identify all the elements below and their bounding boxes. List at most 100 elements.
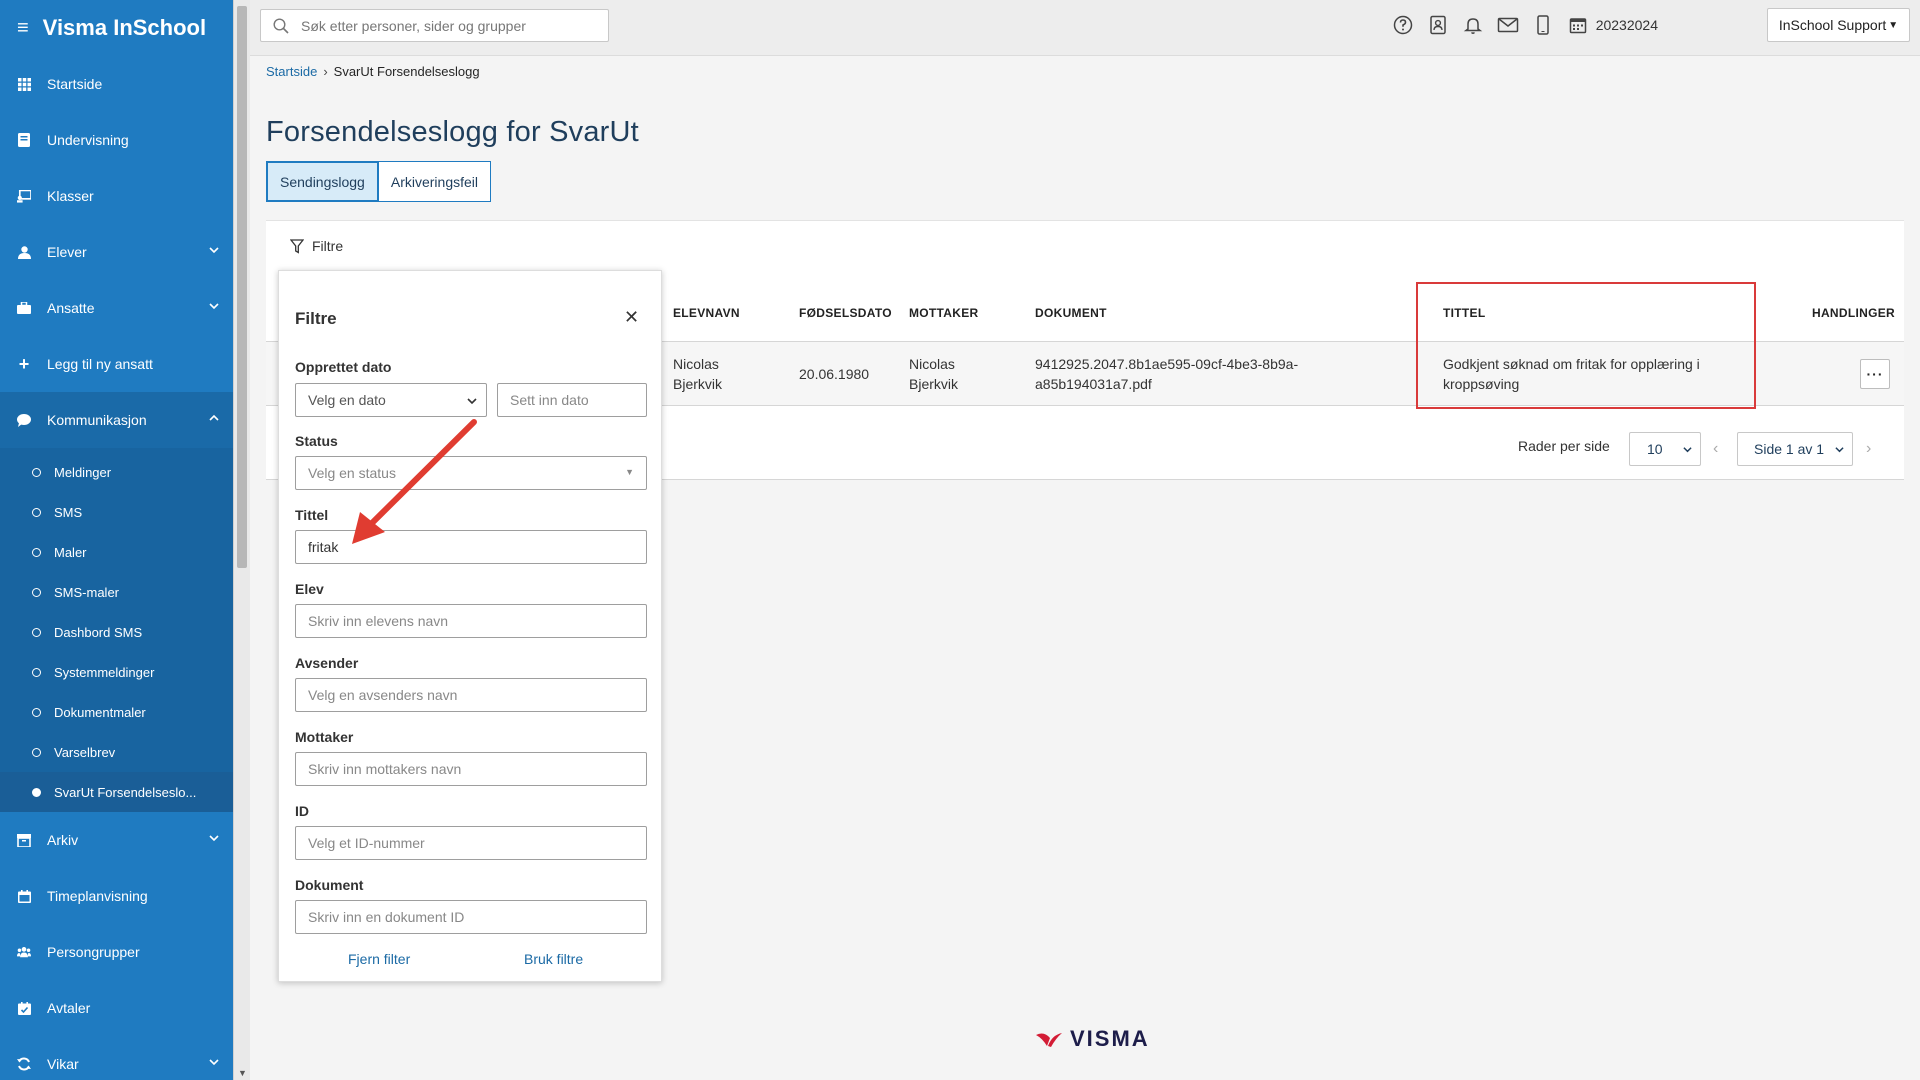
scroll-down-arrow-icon[interactable]: ▼	[238, 1068, 247, 1078]
sender-label: Avsender	[295, 655, 359, 671]
row-actions-button[interactable]: ···	[1860, 359, 1890, 389]
phone-icon[interactable]	[1532, 14, 1554, 36]
scrollbar-thumb[interactable]	[237, 6, 247, 568]
page-select[interactable]: Side 1 av 1	[1737, 432, 1853, 466]
sidebar-subitem-maler[interactable]: Maler	[0, 532, 233, 572]
id-label: ID	[295, 803, 309, 819]
filter-toggle-label: Filtre	[312, 238, 344, 254]
sidebar-subitem-label: Meldinger	[54, 464, 112, 480]
brand-title: Visma InSchool	[42, 15, 207, 40]
column-header-dokument[interactable]: DOKUMENT	[1035, 306, 1107, 320]
cell-line: a85b194031a7.pdf	[1035, 376, 1152, 392]
id-input[interactable]: Velg et ID-nummer	[295, 826, 647, 860]
search-input[interactable]: Søk etter personer, sider og grupper	[260, 9, 609, 42]
calendar-icon[interactable]	[1567, 14, 1589, 36]
tab-arkiveringsfeil[interactable]: Arkiveringsfeil	[378, 161, 491, 202]
chevron-down-icon	[1683, 447, 1692, 453]
tab-sendingslogg[interactable]: Sendingslogg	[266, 161, 379, 202]
help-icon[interactable]	[1392, 14, 1414, 36]
previous-page-button[interactable]: ‹	[1713, 440, 1718, 458]
chevron-down-icon[interactable]	[209, 833, 219, 843]
document-label: Dokument	[295, 877, 364, 893]
sidebar-item-vikar[interactable]: Vikar	[0, 1036, 233, 1080]
date-input-placeholder: Sett inn dato	[510, 392, 589, 408]
bullet-icon	[32, 627, 41, 637]
filter-panel-title: Filtre	[295, 309, 337, 328]
sidebar-item-legg-til-ny-ansatt[interactable]: + Legg til ny ansatt	[0, 336, 233, 392]
bullet-icon	[32, 587, 41, 597]
sidebar-subitem-sms[interactable]: SMS	[0, 492, 233, 532]
document-input-placeholder: Skriv inn en dokument ID	[308, 909, 465, 925]
sidebar-item-avtaler[interactable]: Avtaler	[0, 980, 233, 1036]
date-range-select-value: Velg en dato	[308, 392, 386, 408]
sidebar-item-elever[interactable]: Elever	[0, 224, 233, 280]
sidebar-item-undervisning[interactable]: Undervisning	[0, 112, 233, 168]
clear-filter-button[interactable]: Fjern filter	[348, 951, 410, 967]
sidebar-item-startside[interactable]: Startside	[0, 56, 233, 112]
sidebar-subitem-dokumentmaler[interactable]: Dokumentmaler	[0, 692, 233, 732]
sidebar-subitem-label: Dashbord SMS	[54, 624, 143, 640]
next-page-button[interactable]: ›	[1866, 440, 1871, 458]
breadcrumb-home-link[interactable]: Startside	[266, 64, 317, 79]
mail-icon[interactable]	[1497, 14, 1519, 36]
sidebar-item-label: Legg til ny ansatt	[47, 356, 153, 372]
user-menu-button[interactable]: InSchool Support ▼	[1767, 8, 1910, 42]
recipient-input[interactable]: Skriv inn mottakers navn	[295, 752, 647, 786]
sidebar-scrollbar[interactable]: ▼	[233, 0, 250, 1080]
sidebar-item-label: Klasser	[47, 188, 94, 204]
column-header-mottaker[interactable]: MOTTAKER	[909, 306, 979, 320]
sidebar-item-klasser[interactable]: Klasser	[0, 168, 233, 224]
plus-icon: +	[18, 353, 30, 374]
sidebar-subitem-meldinger[interactable]: Meldinger	[0, 452, 233, 492]
recipient-label: Mottaker	[295, 729, 354, 745]
student-input[interactable]: Skriv inn elevens navn	[295, 604, 647, 638]
date-range-select[interactable]: Velg en dato	[295, 383, 487, 417]
title-input[interactable]: fritak	[295, 530, 647, 564]
sidebar-item-timeplanvisning[interactable]: Timeplanvisning	[0, 868, 233, 924]
apply-filter-button[interactable]: Bruk filtre	[524, 951, 583, 967]
chevron-down-icon	[1835, 447, 1844, 453]
chevron-down-icon[interactable]	[209, 1057, 219, 1067]
sidebar-subitem-systemmeldinger[interactable]: Systemmeldinger	[0, 652, 233, 692]
date-input[interactable]: Sett inn dato	[497, 383, 647, 417]
cell-line: Bjerkvik	[909, 376, 959, 392]
chevron-down-icon[interactable]	[209, 245, 219, 255]
close-icon[interactable]: ✕	[624, 307, 639, 328]
sidebar-item-persongrupper[interactable]: Persongrupper	[0, 924, 233, 980]
sidebar-subitem-label: Systemmeldinger	[54, 664, 155, 680]
rows-per-page-select[interactable]: 10	[1629, 432, 1701, 466]
cell-line: Nicolas	[909, 356, 955, 372]
sidebar-item-arkiv[interactable]: Arkiv	[0, 812, 233, 868]
caret-down-icon: ▼	[1888, 19, 1899, 31]
search-placeholder: Søk etter personer, sider og grupper	[301, 17, 526, 34]
recipient-input-placeholder: Skriv inn mottakers navn	[308, 761, 462, 777]
calendar-check-icon	[17, 1001, 31, 1015]
contacts-icon[interactable]	[1427, 14, 1449, 36]
sidebar-subnav-kommunikasjon: Meldinger SMS Maler SMS-maler Dashbord S…	[0, 448, 233, 812]
brand[interactable]: ≡ Visma InSchool	[0, 0, 233, 56]
chevron-up-icon[interactable]	[209, 413, 219, 423]
chevron-down-icon[interactable]	[209, 301, 219, 311]
school-year[interactable]: 20232024	[1596, 17, 1658, 33]
document-input[interactable]: Skriv inn en dokument ID	[295, 900, 647, 934]
cell-line: Bjerkvik	[673, 376, 723, 392]
rows-per-page-value: 10	[1647, 441, 1663, 457]
visma-logo: VISMA	[1034, 1026, 1150, 1052]
sidebar-item-ansatte[interactable]: Ansatte	[0, 280, 233, 336]
sidebar-item-label: Persongrupper	[47, 944, 140, 960]
sidebar-subitem-sms-maler[interactable]: SMS-maler	[0, 572, 233, 612]
sender-input-placeholder: Velg en avsenders navn	[308, 687, 458, 703]
column-header-fodselsdato[interactable]: FØDSELSDATO	[799, 306, 892, 320]
status-select[interactable]: Velg en status ▼	[295, 456, 647, 490]
sender-input[interactable]: Velg en avsenders navn	[295, 678, 647, 712]
column-header-elevnavn[interactable]: ELEVNAVN	[673, 306, 740, 320]
filter-toggle-button[interactable]: Filtre	[290, 238, 343, 254]
sidebar-subitem-svarut[interactable]: SvarUt Forsendelseslo...	[0, 772, 233, 812]
created-date-label: Opprettet dato	[295, 359, 392, 375]
sidebar-subitem-varselbrev[interactable]: Varselbrev	[0, 732, 233, 772]
page-title: Forsendelseslogg for SvarUt	[266, 116, 639, 148]
sidebar-item-kommunikasjon[interactable]: Kommunikasjon	[0, 392, 233, 448]
sidebar-subitem-dashbord-sms[interactable]: Dashbord SMS	[0, 612, 233, 652]
bell-icon[interactable]	[1462, 14, 1484, 36]
menu-icon[interactable]: ≡	[17, 17, 29, 40]
